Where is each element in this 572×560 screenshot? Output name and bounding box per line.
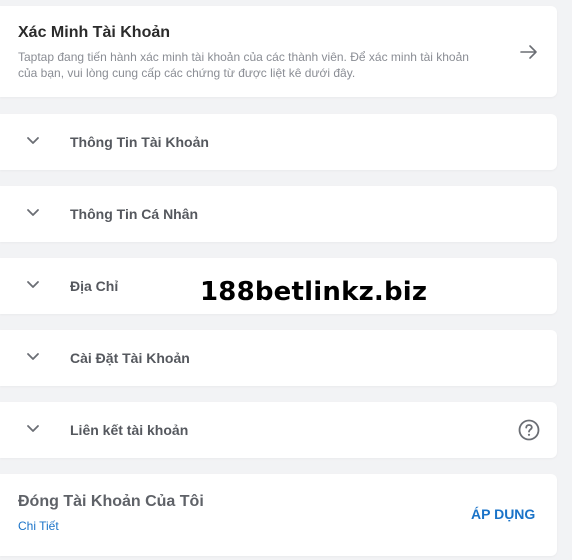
section-account-info[interactable]: Thông Tin Tài Khoản: [0, 114, 557, 170]
chevron-down-icon: [27, 137, 39, 144]
section-account-settings[interactable]: Cài Đặt Tài Khoản: [0, 330, 557, 386]
apply-button[interactable]: ÁP DỤNG: [461, 502, 545, 526]
verification-title: Xác Minh Tài Khoản: [18, 24, 171, 41]
close-account-title: Đóng Tài Khoản Của Tôi: [18, 493, 204, 510]
chevron-down-icon: [27, 425, 39, 432]
section-label: Thông Tin Cá Nhân: [70, 206, 199, 222]
arrow-right-icon[interactable]: [519, 44, 539, 60]
chevron-down-icon: [27, 209, 39, 216]
close-account-card: Đóng Tài Khoản Của Tôi Chi Tiết ÁP DỤNG: [0, 474, 557, 556]
watermark-text: 188betlinkz.biz: [200, 277, 428, 307]
section-label: Cài Đặt Tài Khoản: [70, 350, 190, 366]
details-link[interactable]: Chi Tiết: [18, 519, 59, 533]
chevron-down-icon: [27, 281, 39, 288]
verification-card[interactable]: Xác Minh Tài Khoản Taptap đang tiến hành…: [0, 6, 557, 97]
section-personal-info[interactable]: Thông Tin Cá Nhân: [0, 186, 557, 242]
verification-description: Taptap đang tiến hành xác minh tài khoản…: [18, 50, 469, 80]
chevron-down-icon: [27, 353, 39, 360]
section-label: Liên kết tài khoản: [70, 422, 189, 438]
section-linked-accounts[interactable]: Liên kết tài khoản: [0, 402, 557, 458]
section-label: Thông Tin Tài Khoản: [70, 134, 209, 150]
section-label: Địa Chỉ: [70, 278, 119, 294]
help-icon[interactable]: [518, 419, 540, 441]
